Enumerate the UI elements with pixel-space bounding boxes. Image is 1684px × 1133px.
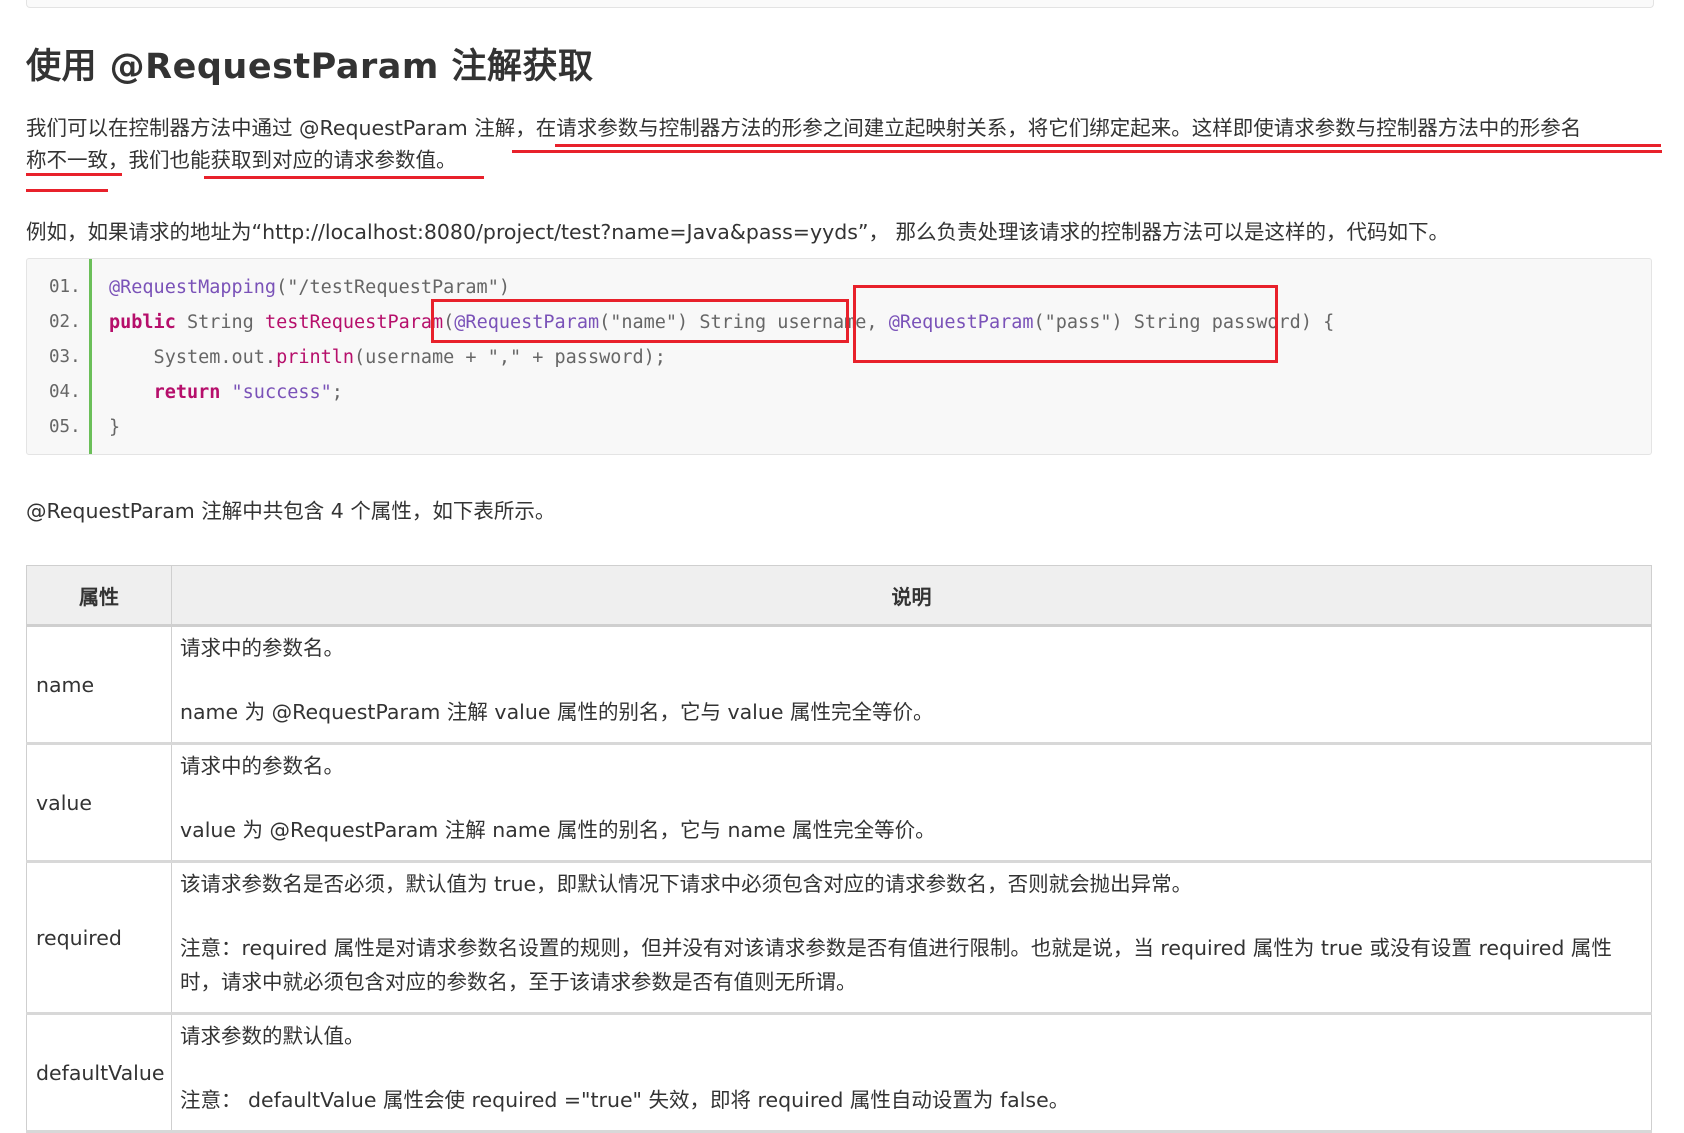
description-line: 注意：required 属性是对请求参数名设置的规则，但并没有对该请求参数是否有… [180, 936, 1612, 994]
property-description: 请求中的参数名。 name 为 @RequestParam 注解 value 属… [171, 625, 1652, 745]
code-string: "success" [220, 382, 332, 403]
code-method-call: println [276, 347, 355, 368]
property-name: name [26, 625, 172, 745]
code-line-5: } [109, 417, 120, 438]
previous-block [26, 0, 1654, 8]
line-number: 04. [49, 382, 81, 402]
table-header-row: 属性 说明 [26, 565, 1652, 627]
column-header: 属性 [26, 565, 172, 627]
description-line: 请求中的参数名。 [180, 754, 344, 778]
section-heading: 使用 @RequestParam 注解获取 [26, 47, 594, 87]
code-keyword: return [153, 382, 221, 403]
code-text: { [1311, 312, 1335, 333]
property-description: 请求中的参数名。 value 为 @RequestParam 注解 name 属… [171, 743, 1652, 863]
table-row: value 请求中的参数名。 value 为 @RequestParam 注解 … [26, 743, 1652, 863]
highlight-box [431, 299, 849, 343]
description-line: 该请求参数名是否必须，默认值为 true，即默认情况下请求中必须包含对应的请求参… [180, 872, 1193, 896]
code-line-1: @RequestMapping("/testRequestParam") [109, 277, 510, 298]
intro-line-1: 我们可以在控制器方法中通过 @RequestParam 注解，在请求参数与控制器… [26, 112, 1652, 144]
example-paragraph: 例如，如果请求的地址为“http://localhost:8080/projec… [26, 220, 1450, 244]
red-underline [26, 189, 108, 192]
table-row: defaultValue 请求参数的默认值。 注意： defaultValue … [26, 1013, 1652, 1133]
red-underline [555, 144, 1661, 147]
code-text: System.out. [109, 347, 277, 368]
description-line: 注意： defaultValue 属性会使 required ="true" 失… [180, 1088, 1070, 1112]
line-number: 05. [49, 417, 81, 437]
table-row: required 该请求参数名是否必须，默认值为 true，即默认情况下请求中必… [26, 861, 1652, 1015]
intro-highlight-1: 在请求参数与控制器方法的形参之间建立起映射关系，将它们绑定起来。这样即使请求参数… [535, 116, 1582, 140]
code-method-name: testRequestParam [264, 312, 444, 333]
properties-table: 属性 说明 name 请求中的参数名。 name 为 @RequestParam… [26, 565, 1652, 1133]
highlight-box [853, 285, 1278, 363]
property-description: 请求参数的默认值。 注意： defaultValue 属性会使 required… [171, 1013, 1652, 1133]
description-line: 请求中的参数名。 [180, 636, 344, 660]
table-row: name 请求中的参数名。 name 为 @RequestParam 注解 va… [26, 625, 1652, 745]
red-underline [512, 150, 1662, 153]
code-annotation: @RequestMapping [109, 277, 277, 298]
code-block: 01. 02. 03. 04. 05. @RequestMapping("/te… [26, 258, 1652, 455]
column-header: 说明 [171, 565, 1652, 627]
intro-line-2: 称不一致，我们也能获取到对应的请求参数值。 [26, 144, 1652, 176]
line-number: 03. [49, 347, 81, 367]
code-text: (username + "," + password); [354, 347, 666, 368]
property-name: value [26, 743, 172, 863]
code-text: String [175, 312, 265, 333]
code-line-4: return "success"; [109, 382, 343, 403]
description-line: name 为 @RequestParam 注解 value 属性的别名，它与 v… [180, 700, 934, 724]
intro-highlight-2: 称不一致， [26, 148, 129, 172]
red-underline [26, 173, 122, 176]
property-name: defaultValue [26, 1013, 172, 1133]
intro-text: 我们可以在控制器方法中通过 @RequestParam 注解， [26, 116, 536, 140]
code-line-3: System.out.println(username + "," + pass… [109, 347, 666, 368]
description-line: 请求参数的默认值。 [180, 1024, 365, 1048]
property-description: 该请求参数名是否必须，默认值为 true，即默认情况下请求中必须包含对应的请求参… [171, 861, 1652, 1015]
red-underline [204, 176, 484, 179]
code-text: ("/testRequestParam") [276, 277, 510, 298]
intro-highlight-3: 能获取到对应的请求参数值。 [190, 148, 457, 172]
code-text: ; [331, 382, 343, 403]
line-number: 02. [49, 312, 81, 332]
code-keyword: public [109, 312, 176, 333]
table-intro: @RequestParam 注解中共包含 4 个属性，如下表所示。 [26, 499, 556, 523]
property-name: required [26, 861, 172, 1015]
code-text: } [109, 417, 121, 438]
intro-text-2: 我们也 [128, 148, 191, 172]
description-line: value 为 @RequestParam 注解 name 属性的别名，它与 n… [180, 818, 936, 842]
line-number: 01. [49, 277, 81, 297]
